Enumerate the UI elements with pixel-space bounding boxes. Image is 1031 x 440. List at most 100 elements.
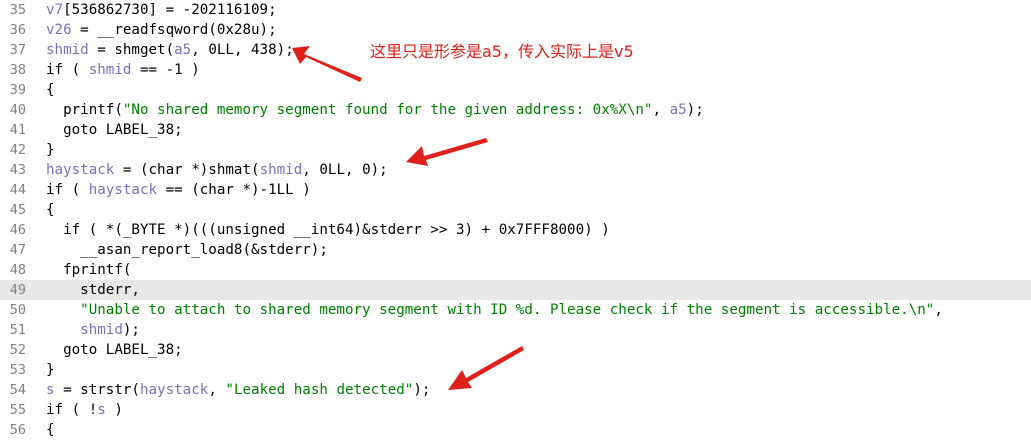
code-token: { <box>46 82 55 98</box>
annotation-note: 这里只是形参是a5，传入实际上是v5 <box>370 42 634 61</box>
code-line[interactable]: 47 __asan_report_load8(&stderr); <box>0 240 1031 260</box>
code-line[interactable]: 49 stderr, <box>0 280 1031 300</box>
code-token: , <box>652 102 670 118</box>
code-token: == -1 ) <box>131 62 200 78</box>
code-text: haystack = (char *)shmat(shmid, 0LL, 0); <box>46 160 388 180</box>
code-line[interactable]: 38 if ( shmid == -1 ) <box>0 60 1031 80</box>
line-number: 55 <box>9 402 26 418</box>
code-text: shmid = shmget(a5, 0LL, 438); <box>46 40 294 60</box>
string-literal: "No shared memory segment found for the … <box>122 102 653 118</box>
line-number: 45 <box>9 202 26 218</box>
code-token: if ( <box>46 62 89 78</box>
code-line[interactable]: 36 v26 = __readfsqword(0x28u); <box>0 20 1031 40</box>
code-text: __asan_report_load8(&stderr); <box>46 240 328 260</box>
line-number: 42 <box>9 142 26 158</box>
variable-token: a5 <box>669 102 687 118</box>
code-text: { <box>46 200 55 220</box>
code-token: __asan_report_load8(&stderr); <box>46 242 328 258</box>
line-number: 43 <box>9 162 26 178</box>
code-text: if ( shmid == -1 ) <box>46 60 200 80</box>
code-line[interactable]: 39 { <box>0 80 1031 100</box>
code-text: v7[536862730] = -202116109; <box>46 0 277 20</box>
line-number: 35 <box>9 2 26 18</box>
line-number: 36 <box>9 22 26 38</box>
line-number: 41 <box>9 122 26 138</box>
code-token: ); <box>413 382 431 398</box>
line-number: 48 <box>9 262 26 278</box>
variable-token: s <box>97 402 106 418</box>
code-line[interactable]: 40 printf("No shared memory segment foun… <box>0 100 1031 120</box>
code-line[interactable]: 56 { <box>0 420 1031 440</box>
code-line[interactable]: 51 shmid); <box>0 320 1031 340</box>
code-text: if ( !s ) <box>46 400 123 420</box>
code-text: v26 = __readfsqword(0x28u); <box>46 20 277 40</box>
code-text: "Unable to attach to shared memory segme… <box>46 300 943 320</box>
line-number: 50 <box>9 302 26 318</box>
code-token: if ( ! <box>46 402 98 418</box>
annotation-arrow-line54-icon <box>448 346 524 390</box>
annotation-arrow-line43-icon <box>406 138 488 166</box>
code-token: = strstr( <box>54 382 140 398</box>
code-text: s = strstr(haystack, "Leaked hash detect… <box>46 380 430 400</box>
code-line[interactable]: 55 if ( !s ) <box>0 400 1031 420</box>
code-token: ) <box>105 402 123 418</box>
line-number: 51 <box>9 322 26 338</box>
code-line[interactable]: 50 "Unable to attach to shared memory se… <box>0 300 1031 320</box>
variable-token: shmid <box>88 62 132 78</box>
variable-token: shmid <box>46 42 89 58</box>
variable-token: haystack <box>139 382 209 398</box>
line-number: 54 <box>9 382 26 398</box>
code-line[interactable]: 48 fprintf( <box>0 260 1031 280</box>
code-token: if ( *(_BYTE *)(((unsigned __int64)&stde… <box>46 222 610 238</box>
line-number: 49 <box>9 282 26 298</box>
code-line[interactable]: 41 goto LABEL_38; <box>0 120 1031 140</box>
code-text: goto LABEL_38; <box>46 120 183 140</box>
code-text: fprintf( <box>46 260 131 280</box>
code-text: } <box>46 140 55 160</box>
variable-token: s <box>46 382 55 398</box>
line-number: 37 <box>9 42 26 58</box>
line-number: 52 <box>9 342 26 358</box>
code-text: if ( haystack == (char *)-1LL ) <box>46 180 311 200</box>
code-token: , <box>208 382 226 398</box>
code-text: { <box>46 80 55 100</box>
code-token: stderr, <box>46 282 140 298</box>
code-line[interactable]: 42} <box>0 140 1031 160</box>
string-literal: "Unable to attach to shared memory segme… <box>80 302 935 318</box>
code-token: } <box>46 362 55 378</box>
code-token: , <box>934 302 943 318</box>
line-number: 44 <box>9 182 26 198</box>
code-token: ); <box>122 322 140 338</box>
code-token: if ( <box>46 182 89 198</box>
code-line[interactable]: 43 haystack = (char *)shmat(shmid, 0LL, 0… <box>0 160 1031 180</box>
line-number: 46 <box>9 222 26 238</box>
variable-token: shmid <box>259 162 303 178</box>
code-token: , 0LL, 0); <box>302 162 388 178</box>
code-text: if ( *(_BYTE *)(((unsigned __int64)&stde… <box>46 220 610 240</box>
code-token: [536862730] = -202116109; <box>63 2 277 18</box>
code-text: shmid); <box>46 320 140 340</box>
code-line[interactable]: 46 if ( *(_BYTE *)(((unsigned __int64)&s… <box>0 220 1031 240</box>
code-line[interactable]: 44 if ( haystack == (char *)-1LL ) <box>0 180 1031 200</box>
code-token: printf( <box>46 102 123 118</box>
line-number: 39 <box>9 82 26 98</box>
variable-token: haystack <box>88 182 158 198</box>
code-token: goto LABEL_38; <box>46 122 183 138</box>
code-text: { <box>46 420 55 440</box>
code-text: goto LABEL_38; <box>46 340 183 360</box>
code-token: = shmget( <box>88 42 175 58</box>
code-token: , 0LL, 438); <box>191 42 294 58</box>
variable-token: a5 <box>174 42 192 58</box>
code-token: { <box>46 202 55 218</box>
code-text: printf("No shared memory segment found f… <box>46 100 704 120</box>
code-token: == (char *)-1LL ) <box>157 182 311 198</box>
code-token: } <box>46 142 55 158</box>
code-text: stderr, <box>46 280 140 300</box>
code-token: { <box>46 422 55 438</box>
line-number: 53 <box>9 362 26 378</box>
variable-token: v7 <box>46 2 64 18</box>
annotation-arrow-line37-icon <box>292 46 362 82</box>
code-line[interactable]: 45 { <box>0 200 1031 220</box>
code-line[interactable]: 35 v7[536862730] = -202116109; <box>0 0 1031 20</box>
